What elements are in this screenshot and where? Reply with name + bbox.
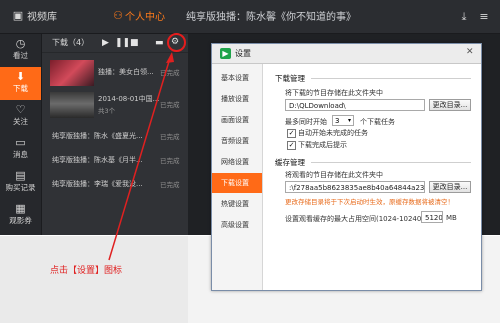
cache-limit-unit: MB [446, 214, 457, 222]
nav-item-label: 观影券 [9, 216, 32, 225]
left-navigation: ◷ 看过 ⬇ 下载 ♡ 关注 ▭ 消息 ▤ 购买记录 ▦ 观影券 [0, 34, 42, 235]
settings-dialog: ▶ 设置 ✕ 基本设置 播放设置 画面设置 音频设置 网络设置 下载设置 热键设… [211, 43, 482, 291]
settings-tab-hotkeys[interactable]: 热键设置 [212, 194, 262, 214]
tab-personal-center[interactable]: 个人中心 [125, 7, 165, 29]
annotation-text: 点击【设置】图标 [50, 266, 123, 276]
list-item[interactable]: 纯享版独播：李瑞《爱我没... 已完成 [42, 174, 188, 196]
cache-limit-field[interactable]: 5120 [421, 211, 443, 223]
downloads-panel: 下载（4） ▶ ❚❚ ■ ▬ ⚙ 独播：美女白领... 已完成 2014-08-… [42, 33, 188, 235]
section-divider [311, 78, 471, 79]
cache-warning-note: 更改存储目录将于下次启动时生效，原缓存数据将被清空！ [285, 198, 454, 206]
nav-item-label: 看过 [13, 51, 28, 60]
cache-path-label: 将观看的节目存储在此文件夹中 [285, 171, 383, 179]
list-item[interactable]: 独播：美女白领... 已完成 [42, 58, 188, 88]
change-download-dir-button[interactable]: 更改目录... [429, 99, 471, 111]
video-thumbnail [50, 60, 94, 86]
receipt-icon: ▤ [15, 169, 26, 182]
settings-tab-audio[interactable]: 音频设置 [212, 131, 262, 151]
top-bar: ▣ 视频库 ⚇ 个人中心 纯享版独播：陈水馨《你不知道的事》 ⤓ ≡ [0, 0, 500, 34]
chevron-down-icon: ▾ [347, 117, 351, 124]
lower-panel-area [0, 236, 188, 323]
item-title: 纯享版独播：李瑞《爱我没... [52, 180, 143, 188]
download-path-field[interactable]: D:\QLDownload\ [285, 99, 425, 111]
done-notify-checkbox[interactable]: ✓ [287, 141, 296, 150]
tab-video-library[interactable]: 视频库 [27, 7, 57, 29]
now-playing-title: 纯享版独播：陈水馨《你不知道的事》 [186, 12, 356, 23]
auto-resume-label: 自动开始未完成的任务 [298, 129, 368, 137]
settings-content: 下载管理 将下载的节目存储在此文件夹中 D:\QLDownload\ 更改目录.… [263, 64, 481, 290]
nav-item-history[interactable]: ◷ 看过 [0, 34, 41, 67]
download-tray-icon[interactable]: ⤓ [458, 11, 470, 23]
max-downloads-value: 3 [335, 117, 340, 125]
item-status: 已完成 [160, 133, 180, 141]
item-title: 纯享版独播：陈水基《月半... [52, 156, 143, 164]
item-title: 独播：美女白领... [98, 68, 154, 76]
settings-tab-download[interactable]: 下载设置 [212, 173, 262, 193]
max-downloads-select[interactable]: 3 ▾ [332, 115, 354, 126]
close-icon[interactable]: ✕ [466, 47, 474, 57]
nav-item-follow[interactable]: ♡ 关注 [0, 100, 41, 133]
video-thumbnail [50, 92, 94, 118]
downloads-count-label: 下载（4） [52, 38, 90, 47]
section-heading-cache: 缓存管理 [275, 158, 305, 167]
cache-limit-label: 设置观看缓存的最大占用空间(1024-10240) [285, 215, 425, 223]
item-status: 已完成 [160, 157, 180, 165]
item-status: 已完成 [160, 101, 180, 109]
app-window: ▣ 视频库 ⚇ 个人中心 纯享版独播：陈水馨《你不知道的事》 ⤓ ≡ ◷ 看过 … [0, 0, 500, 323]
settings-tab-playback[interactable]: 播放设置 [212, 89, 262, 109]
app-logo-icon: ▶ [220, 48, 231, 59]
settings-tab-picture[interactable]: 画面设置 [212, 110, 262, 130]
download-icon: ⬇ [15, 70, 26, 83]
download-path-label: 将下载的节目存储在此文件夹中 [285, 89, 383, 97]
clock-icon: ◷ [15, 37, 26, 50]
max-downloads-label: 最多同时开始 [285, 118, 327, 126]
ticket-icon: ▦ [15, 202, 26, 215]
play-icon[interactable]: ▶ [102, 37, 109, 49]
item-title: 纯享版独播：陈水《盛夏光... [52, 132, 143, 140]
item-status: 已完成 [160, 69, 180, 77]
pause-icon[interactable]: ❚❚ [115, 37, 130, 49]
heart-icon: ♡ [15, 103, 26, 116]
list-item[interactable]: 2014-08-01中国... 共3个 已完成 [42, 90, 188, 120]
nav-item-messages[interactable]: ▭ 消息 [0, 133, 41, 166]
settings-tab-advanced[interactable]: 高级设置 [212, 215, 262, 235]
nav-item-label: 消息 [13, 150, 28, 159]
done-notify-label: 下载完成后提示 [298, 141, 347, 149]
auto-resume-checkbox[interactable]: ✓ [287, 129, 296, 138]
cache-path-field[interactable]: :\f278aa5b8623835ae8b40a64844a239c\ [285, 181, 425, 193]
nav-item-label: 下载 [13, 84, 28, 93]
item-title: 2014-08-01中国... [98, 95, 160, 103]
nav-item-purchases[interactable]: ▤ 购买记录 [0, 166, 41, 199]
item-subtitle: 共3个 [98, 107, 116, 115]
max-downloads-suffix: 个下载任务 [360, 118, 395, 126]
menu-icon[interactable]: ≡ [478, 11, 490, 23]
folder-icon[interactable]: ▬ [155, 37, 164, 49]
list-item[interactable]: 纯享版独播：陈水《盛夏光... 已完成 [42, 126, 188, 148]
video-library-icon: ▣ [12, 9, 24, 22]
downloads-header: 下载（4） ▶ ❚❚ ■ ▬ ⚙ [42, 33, 188, 53]
nav-item-tickets[interactable]: ▦ 观影券 [0, 199, 41, 232]
list-item[interactable]: 纯享版独播：陈水基《月半... 已完成 [42, 150, 188, 172]
dialog-titlebar: ▶ 设置 ✕ [212, 44, 481, 64]
dialog-title: 设置 [235, 49, 251, 58]
highlight-circle [167, 33, 186, 52]
settings-tab-network[interactable]: 网络设置 [212, 152, 262, 172]
change-cache-dir-button[interactable]: 更改目录... [429, 181, 471, 193]
message-icon: ▭ [15, 136, 26, 149]
settings-tab-basic[interactable]: 基本设置 [212, 68, 262, 88]
section-divider [311, 162, 471, 163]
nav-item-label: 关注 [13, 117, 28, 126]
stop-icon[interactable]: ■ [130, 37, 139, 49]
section-heading-download: 下载管理 [275, 74, 305, 83]
user-icon: ⚇ [113, 9, 123, 22]
nav-item-label: 购买记录 [5, 183, 36, 192]
nav-item-download[interactable]: ⬇ 下载 [0, 67, 41, 100]
item-status: 已完成 [160, 181, 180, 189]
settings-sidebar: 基本设置 播放设置 画面设置 音频设置 网络设置 下载设置 热键设置 高级设置 [212, 64, 263, 290]
